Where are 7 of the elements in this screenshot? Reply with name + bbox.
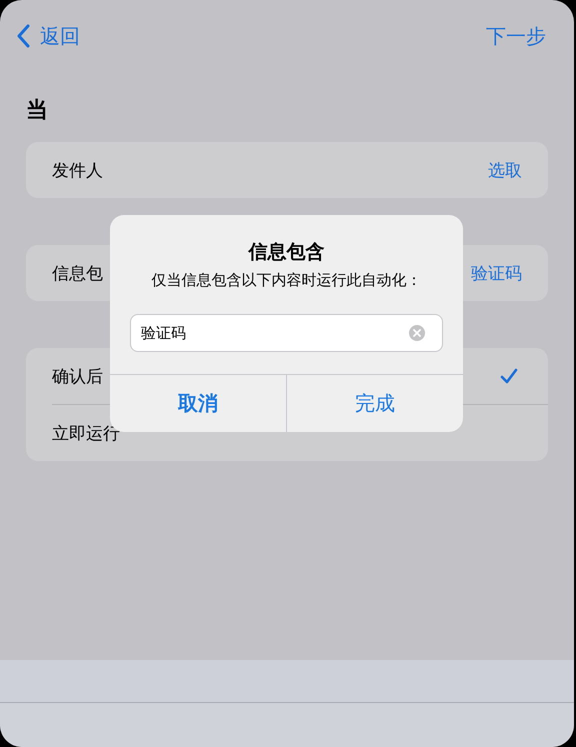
section-title: 当 [26, 97, 49, 125]
dialog-title: 信息包含 [248, 240, 324, 265]
option-label: 确认后 [52, 366, 103, 388]
row-label: 信息包 [52, 262, 103, 284]
row-value: 验证码 [471, 262, 522, 284]
dialog-message: 仅当信息包含以下内容时运行此自动化： [152, 271, 422, 290]
row-label: 发件人 [52, 160, 103, 182]
